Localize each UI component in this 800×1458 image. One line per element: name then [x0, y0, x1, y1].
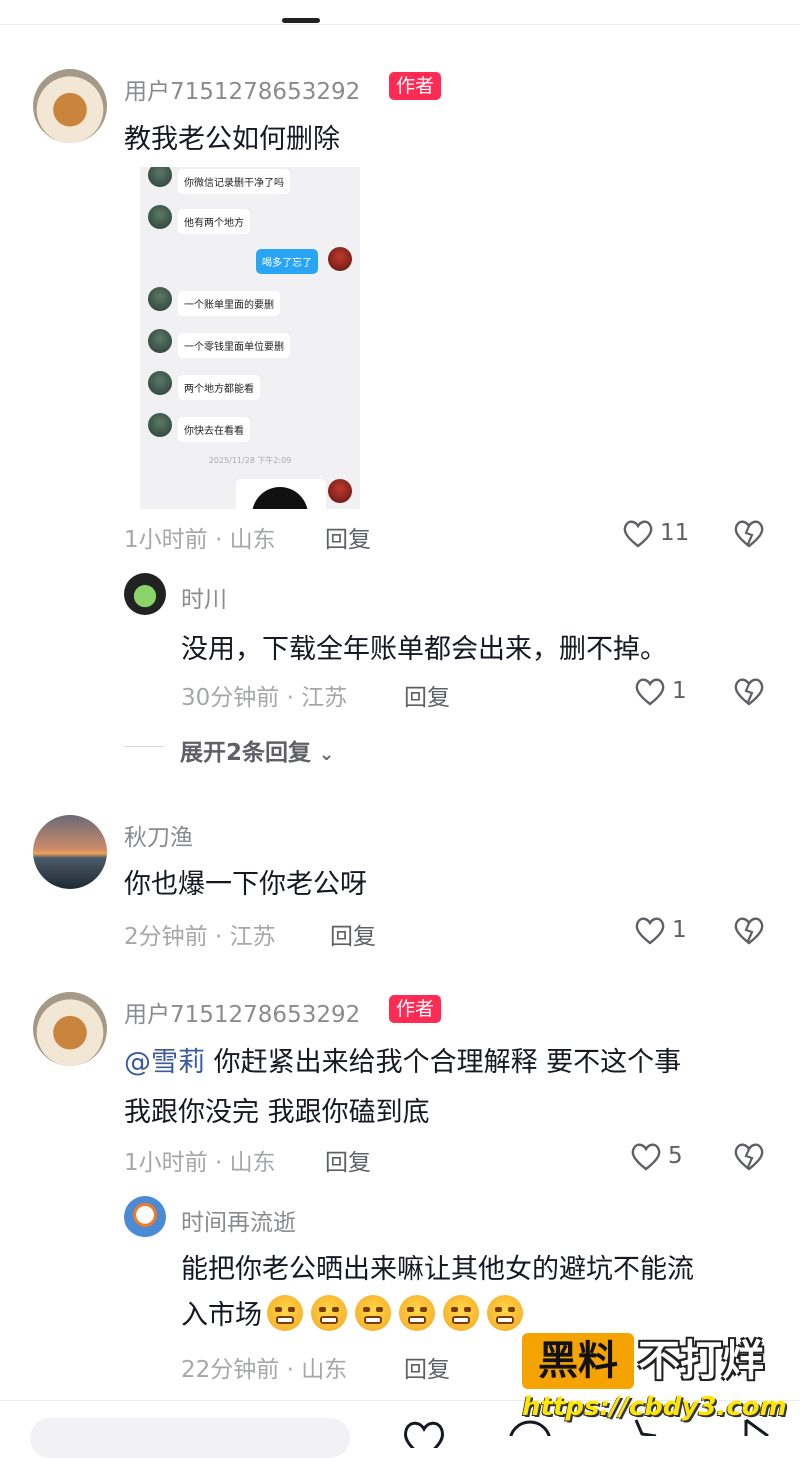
- avatar[interactable]: [124, 573, 166, 615]
- dislike-icon[interactable]: [733, 676, 765, 706]
- chat-message: 一个账单里面的要删: [178, 291, 280, 316]
- grinning-face-emoji: [487, 1294, 524, 1331]
- grinning-face-emoji: [267, 1294, 304, 1331]
- comment-text-line: @雪莉 你赶紧出来给我个合理解释 要不这个事: [124, 1040, 681, 1079]
- reply-username[interactable]: 时川: [181, 580, 227, 614]
- watermark-text: 不打烊: [638, 1336, 765, 1385]
- reply-text: 能把你老公晒出来嘛让其他女的避坑不能流: [181, 1254, 694, 1285]
- comment-text: 教我老公如何删除: [124, 124, 340, 155]
- reply-text: 没用，下载全年账单都会出来，删不掉。: [181, 634, 667, 665]
- grinning-face-emoji: [399, 1294, 436, 1331]
- chat-avatar-icon: [328, 479, 352, 503]
- mention-link[interactable]: @雪莉: [124, 1047, 205, 1078]
- reply-time-location: 30分钟前 · 江苏: [181, 685, 348, 711]
- chat-avatar-icon: [148, 205, 172, 229]
- like-count: 5: [668, 1143, 683, 1169]
- comment-time-location: 2分钟前 · 江苏: [124, 924, 276, 950]
- heart-icon[interactable]: [634, 676, 666, 706]
- watermark-badge: 黑料: [522, 1333, 634, 1389]
- reply-text-line: 入市场: [181, 1293, 531, 1332]
- reply-button[interactable]: 回复: [404, 678, 450, 712]
- chat-avatar-icon: [148, 413, 172, 437]
- chevron-down-icon: ⌄: [319, 744, 335, 765]
- heart-icon[interactable]: [630, 1141, 662, 1171]
- like-count: 1: [672, 678, 687, 704]
- chat-message: 两个地方都能看: [178, 375, 260, 400]
- chat-avatar-icon: [148, 167, 172, 187]
- chat-avatar-icon: [148, 371, 172, 395]
- comment-text: 你也爆一下你老公呀: [124, 869, 367, 900]
- comment-text: 你赶紧出来给我个合理解释 要不这个事: [205, 1047, 682, 1078]
- comment-input[interactable]: [30, 1418, 350, 1458]
- expand-divider: [124, 746, 164, 747]
- watermark-url: https://cbdy3.com: [522, 1392, 787, 1422]
- reply-text: 入市场: [181, 1300, 262, 1331]
- like-count: 11: [660, 520, 690, 546]
- reply-button[interactable]: 回复: [330, 917, 376, 951]
- dislike-icon[interactable]: [733, 1141, 765, 1171]
- comment-username[interactable]: 秋刀渔: [124, 818, 193, 852]
- avatar[interactable]: [33, 69, 107, 143]
- heart-icon[interactable]: [634, 915, 666, 945]
- comment-image[interactable]: 你微信记录删干净了吗 他有两个地方 喝多了忘了 一个账单里面的要删 一个零钱里面…: [140, 167, 360, 509]
- top-bar: [0, 0, 800, 25]
- chat-message: 你微信记录删干净了吗: [178, 169, 290, 194]
- heart-icon[interactable]: [622, 518, 654, 548]
- avatar[interactable]: [33, 815, 107, 889]
- like-count: 1: [672, 917, 687, 943]
- reply-username[interactable]: 时间再流逝: [181, 1203, 296, 1237]
- chat-message: 你快去在看看: [178, 417, 250, 442]
- dislike-icon[interactable]: [733, 915, 765, 945]
- chat-image-bubble: [236, 479, 326, 509]
- author-badge: 作者: [389, 995, 442, 1023]
- avatar[interactable]: [124, 1196, 166, 1238]
- comment-username[interactable]: 用户7151278653292: [124, 995, 360, 1029]
- grinning-face-emoji: [355, 1294, 392, 1331]
- chat-message: 他有两个地方: [178, 209, 250, 234]
- chat-avatar-icon: [148, 287, 172, 311]
- reply-button[interactable]: 回复: [404, 1350, 450, 1384]
- expand-replies-label: 展开2条回复: [180, 740, 312, 766]
- reply-button[interactable]: 回复: [325, 1143, 371, 1177]
- reply-time-location: 22分钟前 · 山东: [181, 1357, 348, 1383]
- heart-icon[interactable]: [400, 1418, 448, 1448]
- chat-avatar-icon: [148, 329, 172, 353]
- avatar[interactable]: [33, 992, 107, 1066]
- expand-replies-button[interactable]: 展开2条回复 ⌄: [180, 733, 334, 767]
- chat-timestamp: 2025/11/28 下午2:09: [208, 456, 292, 465]
- chat-avatar-icon: [328, 247, 352, 271]
- sheet-drag-handle[interactable]: [282, 18, 320, 23]
- comment-text: 我跟你没完 我跟你磕到底: [124, 1097, 430, 1128]
- author-badge: 作者: [389, 72, 442, 100]
- chat-message: 一个零钱里面单位要删: [178, 333, 290, 358]
- chat-message-sent: 喝多了忘了: [256, 249, 318, 274]
- comment-username[interactable]: 用户7151278653292: [124, 72, 360, 106]
- grinning-face-emoji: [443, 1294, 480, 1331]
- dislike-icon[interactable]: [733, 518, 765, 548]
- comment-time-location: 1小时前 · 山东: [124, 527, 276, 553]
- reply-button[interactable]: 回复: [325, 520, 371, 554]
- grinning-face-emoji: [311, 1294, 348, 1331]
- comment-time-location: 1小时前 · 山东: [124, 1150, 276, 1176]
